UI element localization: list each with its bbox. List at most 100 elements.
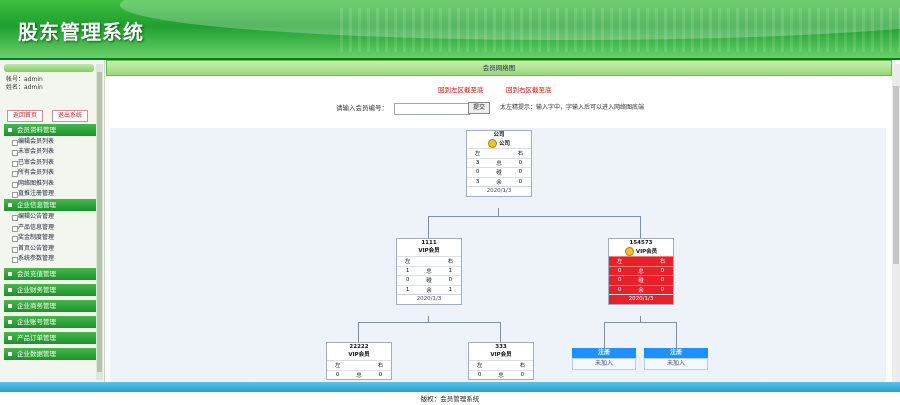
tree-node-154573[interactable]: 154573 VIP会员 左右 0总0 0碰0 0余0 2020/1/3 xyxy=(608,238,674,305)
square-icon xyxy=(8,203,12,208)
node-stats-table: 左右 0总0 xyxy=(327,360,391,379)
node-id: 公司 xyxy=(493,132,505,138)
node-id: 22222 xyxy=(349,344,369,350)
menu-item[interactable]: 系统参数管理 xyxy=(4,254,96,264)
checkbox-icon xyxy=(12,236,18,243)
menu-item[interactable]: 编辑会员列表 xyxy=(4,137,96,147)
square-icon xyxy=(8,352,12,357)
tree-connector xyxy=(428,216,640,217)
node-stats-table: 左右 0总0 0碰0 0余0 xyxy=(609,256,673,294)
node-level: 公司 xyxy=(498,141,510,147)
sidebar-top-decoration xyxy=(4,64,94,72)
logout-button[interactable]: 退出系统 xyxy=(52,110,88,122)
menu-category-data[interactable]: 企业数据管理 xyxy=(4,348,96,361)
menu-category-company-info[interactable]: 企业信息管理 xyxy=(4,199,96,212)
app-title: 股东管理系统 xyxy=(18,20,144,44)
checkbox-icon xyxy=(12,191,18,198)
menu-category-member[interactable]: 会员资料管理 xyxy=(4,124,96,136)
node-date: 2020/1/3 xyxy=(609,294,673,304)
checkbox-icon xyxy=(12,215,18,222)
link-right-bottom[interactable]: 回到右区截至底 xyxy=(506,84,552,94)
tree-connector xyxy=(358,322,500,323)
register-button[interactable]: 注册 xyxy=(572,348,636,358)
network-tree: 公司 公司 左右 3总0 0碰0 3余0 2020/1/3 1111 VIP会员… xyxy=(110,128,886,382)
footer-bar xyxy=(0,382,900,392)
sidebar-scrollbar-thumb[interactable] xyxy=(97,72,102,372)
node-id: 154573 xyxy=(629,240,653,246)
tree-node-22222[interactable]: 22222 VIP会员 左右 0总0 xyxy=(326,342,392,380)
menu-item[interactable]: 所有会员列表 xyxy=(4,168,96,178)
tree-node-root[interactable]: 公司 公司 左右 3总0 0碰0 3余0 2020/1/3 xyxy=(466,130,532,197)
node-date: 2020/1/3 xyxy=(397,294,461,304)
node-stats-table: 左右 3总0 0碰0 3余0 xyxy=(467,148,531,186)
tree-connector xyxy=(604,322,676,323)
checkbox-icon xyxy=(12,140,18,146)
menu-category-finance[interactable]: 企业财务管理 xyxy=(4,284,96,297)
node-stats-table: 左右 1总1 0碰0 1余1 xyxy=(397,256,461,294)
node-date: 2020/1/3 xyxy=(467,186,531,196)
node-level: VIP会员 xyxy=(418,248,440,254)
square-icon xyxy=(8,304,12,309)
tree-connector xyxy=(358,322,359,342)
tree-connector xyxy=(500,322,501,342)
tree-connector xyxy=(676,322,677,348)
square-icon xyxy=(8,272,12,277)
register-status: 未加入 xyxy=(644,358,708,370)
square-icon xyxy=(8,128,12,132)
menu-item[interactable]: 直推注册管理 xyxy=(4,189,96,199)
node-level: VIP会员 xyxy=(490,352,512,358)
menu-item[interactable]: 编辑公告管理 xyxy=(4,212,96,222)
tree-connector xyxy=(604,322,605,348)
page-title: 会员网络图 xyxy=(106,60,892,76)
user-info: 帐号：admin 姓名：admin xyxy=(6,76,43,92)
checkbox-icon xyxy=(12,225,18,232)
footer-copyright: 版权：会员管理系统 xyxy=(420,395,480,403)
square-icon xyxy=(8,336,12,341)
node-level: VIP会员 xyxy=(348,352,370,358)
register-slot-left[interactable]: 注册 未加入 xyxy=(572,348,636,370)
tree-node-1111[interactable]: 1111 VIP会员 左右 1总1 0碰0 1余1 2020/1/3 xyxy=(396,238,462,305)
submit-button[interactable]: 提交 xyxy=(468,102,490,114)
tree-node-333[interactable]: 333 VIP会员 左右 0总0 xyxy=(468,342,534,380)
sidebar: 帐号：admin 姓名：admin 返回首页 退出系统 会员资料管理 编辑会员列… xyxy=(0,60,105,382)
home-button[interactable]: 返回首页 xyxy=(7,110,43,122)
header-stripes-decoration xyxy=(340,8,900,52)
tip-text: 太左精提示：输入字中，字输入后可以进入网络图底端 xyxy=(500,104,645,111)
menu-item[interactable]: 产品信息管理 xyxy=(4,223,96,233)
main-scrollbar-thumb[interactable] xyxy=(893,86,899,264)
menu-item[interactable]: 首页公告管理 xyxy=(4,244,96,254)
user-name: 姓名：admin xyxy=(6,84,43,91)
checkbox-icon xyxy=(12,171,18,178)
checkbox-icon xyxy=(12,181,18,188)
register-status: 未加入 xyxy=(572,358,636,370)
checkbox-icon xyxy=(12,256,18,263)
app-header: 股东管理系统 xyxy=(0,0,900,58)
member-id-input[interactable] xyxy=(394,103,470,115)
square-icon xyxy=(8,288,12,293)
menu-category-orders[interactable]: 产品订单管理 xyxy=(4,332,96,345)
link-left-bottom[interactable]: 回到左区截至底 xyxy=(438,84,484,94)
tree-connector xyxy=(428,216,429,238)
register-button[interactable]: 注册 xyxy=(644,348,708,358)
menu-item[interactable]: 已审会员列表 xyxy=(4,158,96,168)
node-id: 333 xyxy=(495,344,507,350)
menu-category-commerce[interactable]: 企业商务管理 xyxy=(4,300,96,313)
menu-item[interactable]: 未审会员列表 xyxy=(4,147,96,157)
sidebar-scrollbar[interactable] xyxy=(96,64,103,380)
tree-connector xyxy=(640,216,641,238)
tree-connector xyxy=(498,208,499,216)
main-scrollbar[interactable] xyxy=(892,64,900,382)
square-icon xyxy=(8,320,12,325)
register-slot-right[interactable]: 注册 未加入 xyxy=(644,348,708,370)
node-id: 1111 xyxy=(421,240,437,246)
user-account: 帐号：admin xyxy=(6,76,43,83)
node-stats-table: 左右 0总0 xyxy=(469,360,533,379)
menu-category-recharge[interactable]: 会员充值管理 xyxy=(4,268,96,281)
node-level: VIP会员 xyxy=(635,249,658,255)
menu-category-account[interactable]: 企业账号管理 xyxy=(4,316,96,329)
checkbox-icon xyxy=(12,150,18,157)
menu-item[interactable]: 网络图推列表 xyxy=(4,179,96,189)
member-icon xyxy=(624,247,634,256)
main-content: 会员网络图 回到左区截至底 回到右区截至底 请输入会员编号： 提交 太左精提示：… xyxy=(104,60,900,382)
menu-item[interactable]: 奖金制度管理 xyxy=(4,233,96,243)
